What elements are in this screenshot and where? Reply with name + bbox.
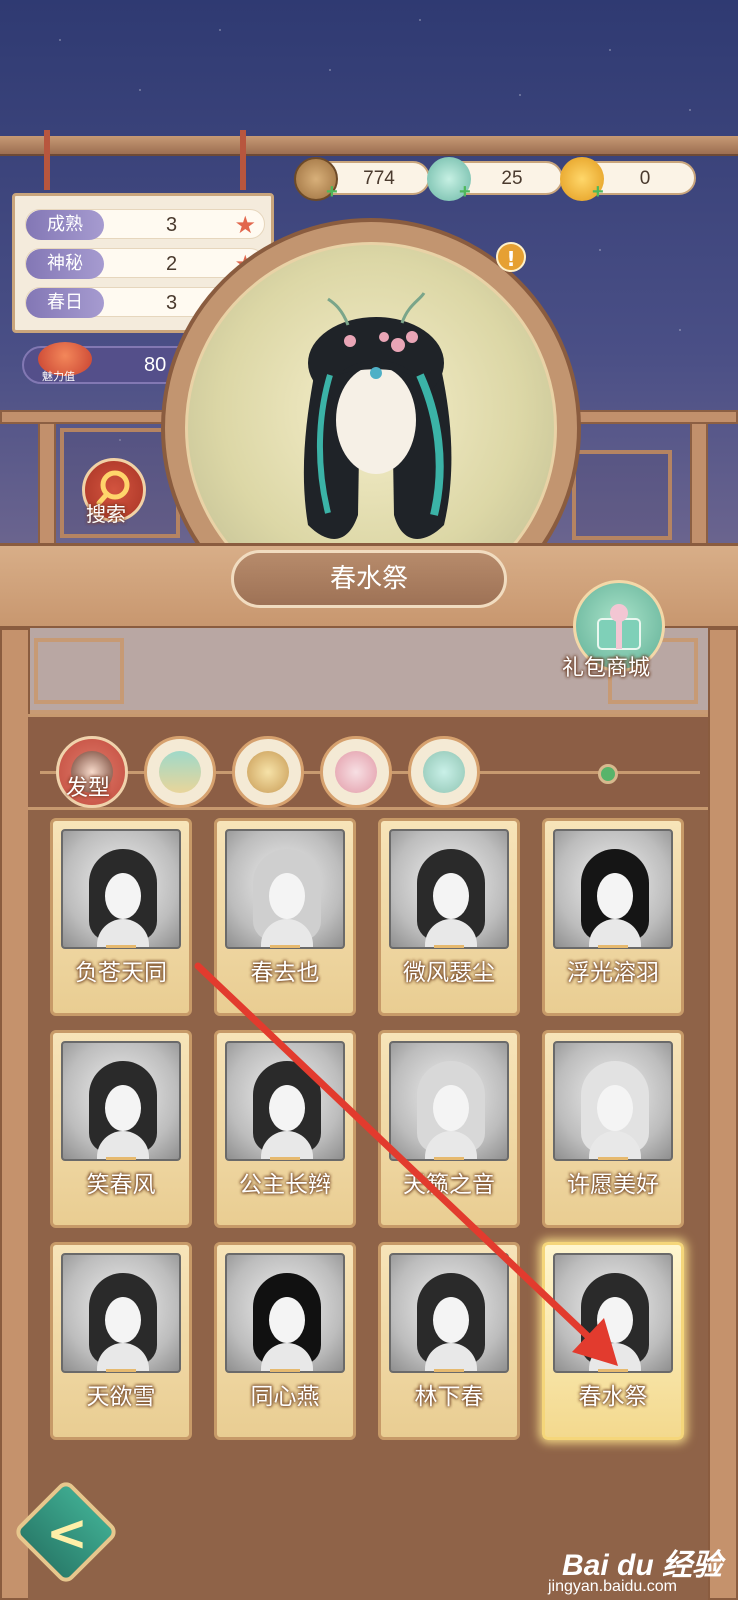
annotation-arrow [194, 962, 618, 1366]
arrow-shaft [194, 962, 600, 1348]
game-screen: + 774 + 25 + 0 成熟 3 ★ 神秘 2 ★ 春日 3 ★ 魅力值 … [0, 0, 738, 1600]
watermark-url: jingyan.baidu.com [548, 1578, 677, 1595]
back-chevron-icon[interactable]: < [42, 1498, 92, 1568]
watermark: Bai du 经验 jingyan.baidu.com [548, 1540, 738, 1600]
